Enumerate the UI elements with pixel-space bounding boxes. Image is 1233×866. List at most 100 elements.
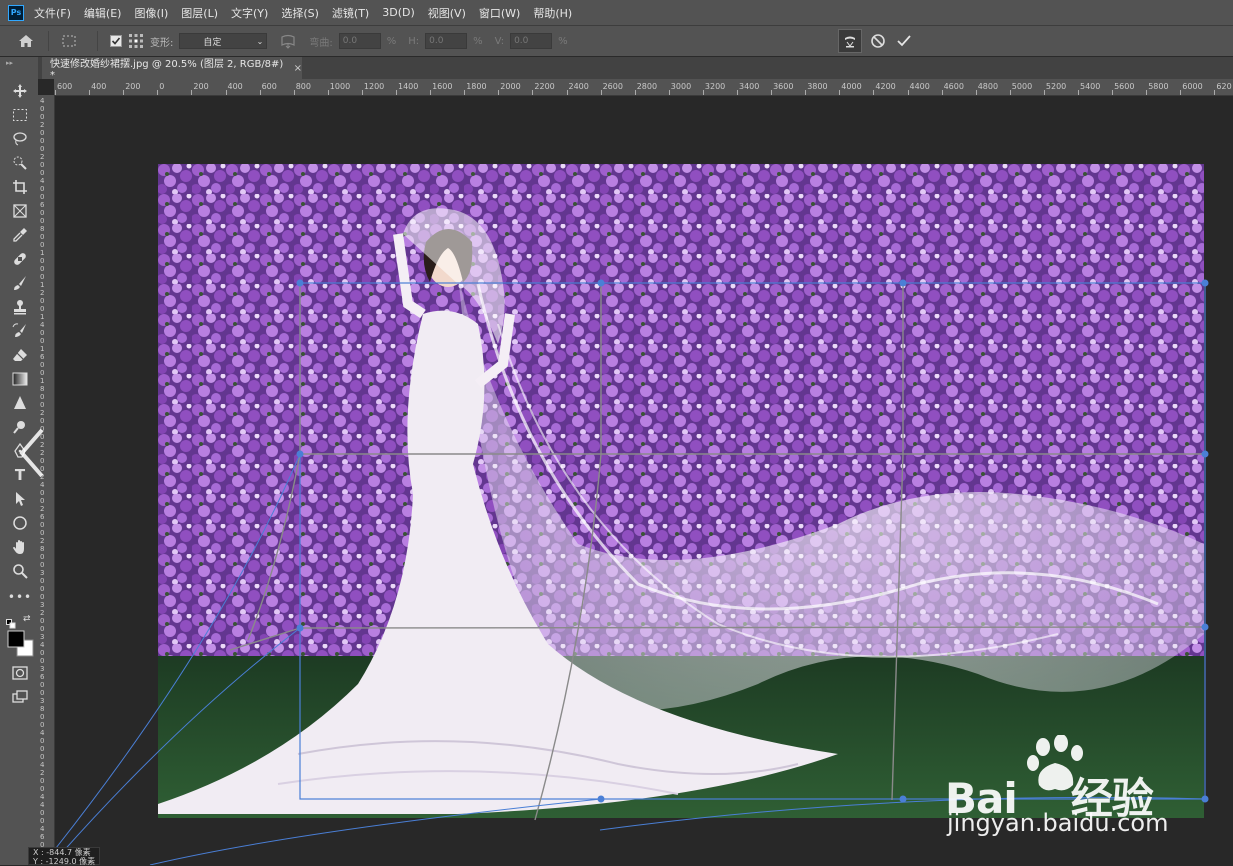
stamp-icon[interactable] bbox=[9, 297, 31, 317]
h-distortion-input[interactable]: 0.0 bbox=[425, 33, 468, 49]
home-icon[interactable] bbox=[18, 34, 34, 48]
puppet-warp-toggle-icon[interactable] bbox=[837, 29, 862, 53]
ellipse-icon[interactable] bbox=[9, 513, 31, 533]
ruler-v-digit: 0 bbox=[40, 809, 45, 817]
screen-mode-icon[interactable] bbox=[9, 687, 31, 707]
ruler-h-tick bbox=[839, 90, 841, 95]
menu-select[interactable]: 选择(S) bbox=[281, 5, 319, 21]
ruler-v-digit: 0 bbox=[40, 553, 45, 561]
menu-layer[interactable]: 图层(L) bbox=[181, 5, 218, 21]
ruler-v-digit: 8 bbox=[40, 705, 45, 713]
ruler-v-digit: 4 bbox=[40, 641, 45, 649]
document-tab[interactable]: 快速修改婚纱裙摆.jpg @ 20.5% (图层 2, RGB/8#) * × bbox=[42, 57, 302, 81]
transform-reference-icon[interactable] bbox=[61, 34, 77, 48]
ruler-h-tick bbox=[361, 90, 363, 95]
previous-arrow-icon[interactable] bbox=[18, 428, 48, 478]
ruler-v-digit: 0 bbox=[40, 497, 45, 505]
warp-style-select[interactable]: 自定 ⌄ bbox=[179, 33, 268, 49]
reference-checkbox[interactable] bbox=[110, 35, 122, 47]
ruler-h-tick bbox=[89, 90, 91, 95]
path-select-icon[interactable] bbox=[9, 489, 31, 509]
ruler-h-label: 4800 bbox=[977, 82, 999, 91]
frame-icon[interactable] bbox=[9, 201, 31, 221]
commit-checkmark-icon[interactable] bbox=[896, 33, 912, 49]
horizontal-ruler[interactable]: 600 400 200 0 200 400 600 800 1000 1200 1400 1600 18… bbox=[54, 79, 1233, 96]
lasso-icon[interactable] bbox=[9, 129, 31, 149]
foreground-background-swatch[interactable] bbox=[7, 630, 35, 662]
menu-edit[interactable]: 编辑(E) bbox=[84, 5, 122, 21]
ruler-v-digit: 0 bbox=[40, 361, 45, 369]
ruler-h-label: 400 bbox=[91, 82, 107, 91]
blur-icon[interactable] bbox=[9, 393, 31, 413]
menu-view[interactable]: 视图(V) bbox=[428, 5, 466, 21]
ruler-v-digit: 8 bbox=[40, 545, 45, 553]
warp-orientation-icon[interactable] bbox=[279, 33, 297, 49]
eyedropper-icon[interactable] bbox=[9, 225, 31, 245]
ruler-h-label: 5200 bbox=[1045, 82, 1067, 91]
healing-icon[interactable] bbox=[9, 249, 31, 269]
close-icon[interactable]: × bbox=[294, 63, 302, 74]
ruler-v-digit: 0 bbox=[40, 393, 45, 401]
menu-image[interactable]: 图像(I) bbox=[134, 5, 168, 21]
watermark-url: jingyan.baidu.com bbox=[947, 809, 1169, 837]
menu-3d[interactable]: 3D(D) bbox=[382, 6, 415, 19]
coordinate-readout: X : -844.7 像素 Y : -1249.0 像素 bbox=[28, 847, 100, 866]
ruler-v-digit: 6 bbox=[40, 353, 45, 361]
marquee-icon[interactable] bbox=[9, 105, 31, 125]
v-label: V: bbox=[494, 35, 505, 47]
ruler-h-tick bbox=[191, 90, 193, 95]
quick-mask-icon[interactable] bbox=[9, 663, 31, 683]
cancel-icon[interactable] bbox=[870, 33, 886, 49]
ruler-h-label: 1200 bbox=[363, 82, 385, 91]
ruler-h-tick bbox=[225, 90, 227, 95]
panel-collapse-icon[interactable]: ▸▸ bbox=[6, 59, 13, 67]
baidu-watermark: Bai 经验 jingyan.baidu.com bbox=[945, 735, 1175, 845]
hand-icon[interactable] bbox=[9, 537, 31, 557]
menu-help[interactable]: 帮助(H) bbox=[533, 5, 572, 21]
vertical-ruler[interactable]: 4002000200400600800100012001400160018002… bbox=[38, 95, 55, 865]
ruler-v-digit: 0 bbox=[40, 657, 45, 665]
ruler-v-digit: 4 bbox=[40, 793, 45, 801]
ruler-v-digit: 0 bbox=[40, 337, 45, 345]
document-image[interactable] bbox=[158, 164, 1204, 818]
ruler-v-digit: 0 bbox=[40, 593, 45, 601]
h-percent: % bbox=[473, 35, 483, 47]
reference-point-icon[interactable] bbox=[128, 33, 144, 49]
eraser-icon[interactable] bbox=[9, 345, 31, 365]
move-icon[interactable] bbox=[9, 81, 31, 101]
zoom-icon[interactable] bbox=[9, 561, 31, 581]
ruler-v-digit: 8 bbox=[40, 385, 45, 393]
swap-colors-icon[interactable]: ⇄ bbox=[23, 614, 31, 624]
brush-icon[interactable] bbox=[9, 273, 31, 293]
ruler-v-digit: 4 bbox=[40, 825, 45, 833]
ruler-h-label: 1600 bbox=[432, 82, 453, 91]
ruler-v-digit: 3 bbox=[40, 601, 45, 609]
ruler-v-digit: 0 bbox=[40, 529, 45, 537]
history-brush-icon[interactable] bbox=[9, 321, 31, 341]
menu-filter[interactable]: 滤镜(T) bbox=[332, 5, 369, 21]
quick-select-icon[interactable] bbox=[9, 153, 31, 173]
more-icon[interactable]: ••• bbox=[8, 587, 31, 607]
h-label: H: bbox=[408, 35, 420, 47]
ruler-h-tick bbox=[1043, 90, 1045, 95]
ruler-h-tick bbox=[600, 90, 602, 95]
ruler-v-digit: 2 bbox=[40, 409, 45, 417]
ruler-v-digit: 0 bbox=[40, 209, 45, 217]
ruler-v-digit: 1 bbox=[40, 281, 45, 289]
v-distortion-input[interactable]: 0.0 bbox=[510, 33, 553, 49]
warp-style-value: 自定 bbox=[203, 37, 222, 48]
ruler-v-digit: 0 bbox=[40, 521, 45, 529]
gradient-icon[interactable] bbox=[9, 369, 31, 389]
ruler-v-digit: 0 bbox=[40, 297, 45, 305]
bend-input[interactable]: 0.0 bbox=[338, 33, 381, 49]
crop-icon[interactable] bbox=[9, 177, 31, 197]
ruler-h-label: 5400 bbox=[1080, 82, 1101, 91]
ruler-v-digit: 0 bbox=[40, 273, 45, 281]
menu-file[interactable]: 文件(F) bbox=[34, 5, 71, 21]
menu-type[interactable]: 文字(Y) bbox=[231, 5, 268, 21]
ruler-v-digit: 2 bbox=[40, 769, 45, 777]
ruler-v-digit: 6 bbox=[40, 833, 45, 841]
ruler-h-label: 1000 bbox=[329, 82, 351, 91]
ruler-v-digit: 0 bbox=[40, 689, 45, 697]
menu-window[interactable]: 窗口(W) bbox=[479, 5, 520, 21]
